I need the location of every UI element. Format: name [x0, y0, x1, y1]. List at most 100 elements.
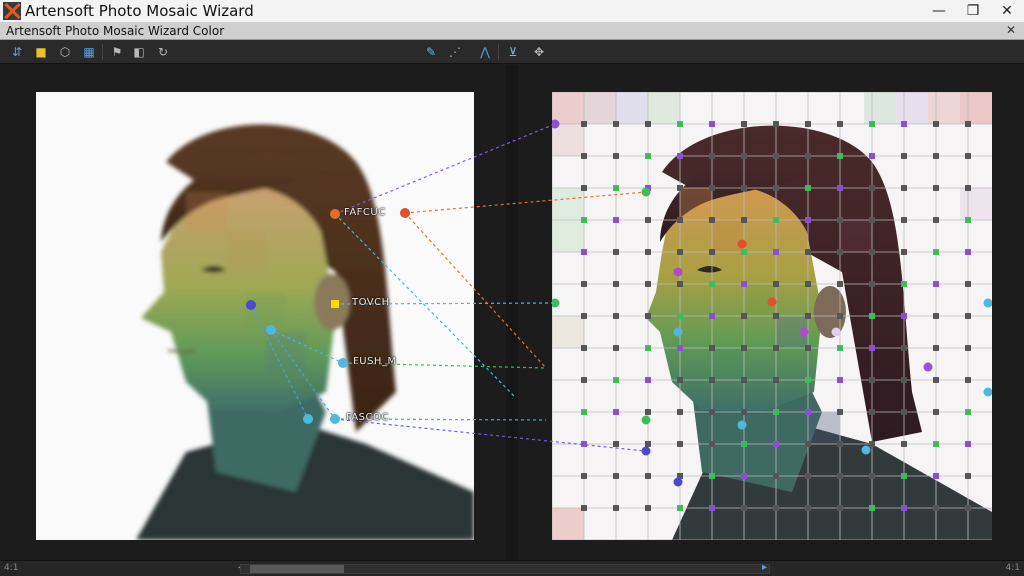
grid-node: [645, 313, 651, 319]
target-tool-icon[interactable]: ✥: [530, 43, 548, 61]
grid-node: [741, 185, 747, 191]
grid-node: [933, 185, 939, 191]
grid-node: [901, 217, 907, 223]
grid-node: [677, 505, 683, 511]
window-controls: — ❐ ✕: [922, 0, 1024, 22]
grid-node: [837, 217, 843, 223]
grid-icon[interactable]: ▦: [80, 43, 98, 61]
minimize-button[interactable]: —: [922, 0, 956, 22]
grid-node: [837, 121, 843, 127]
close-button[interactable]: ✕: [990, 0, 1024, 22]
panel-splitter[interactable]: [506, 65, 518, 560]
feature-label: FUSH_M: [353, 356, 397, 367]
grid-node: [709, 377, 715, 383]
grid-node: [741, 249, 747, 255]
grid-node: [805, 185, 811, 191]
maximize-button[interactable]: ❐: [956, 0, 990, 22]
grid-node: [773, 281, 779, 287]
grid-node: [645, 217, 651, 223]
grid-node: [869, 313, 875, 319]
grid-node: [869, 409, 875, 415]
grid-node: [613, 121, 619, 127]
grid-node: [677, 441, 683, 447]
mosaic-feature-node[interactable]: [737, 420, 747, 430]
grid-node: [869, 121, 875, 127]
mosaic-feature-node[interactable]: [923, 362, 933, 372]
node-tool-icon[interactable]: ⋰: [446, 43, 464, 61]
grid-node: [805, 217, 811, 223]
source-portrait: [136, 124, 474, 540]
mosaic-feature-node[interactable]: [831, 327, 841, 337]
grid-node: [741, 121, 747, 127]
grid-node: [581, 185, 587, 191]
select-tool-icon[interactable]: ⇵: [8, 43, 26, 61]
scrollbar-thumb[interactable]: [250, 565, 344, 573]
grid-node: [773, 121, 779, 127]
flag-icon[interactable]: ⚑: [108, 43, 126, 61]
grid-node: [933, 121, 939, 127]
grid-node: [773, 217, 779, 223]
tag-icon[interactable]: ⬡: [56, 43, 74, 61]
scroll-right-arrow-icon[interactable]: ▸: [762, 562, 767, 573]
feature-label: TOVCH: [352, 297, 390, 308]
mosaic-feature-node[interactable]: [673, 477, 683, 487]
grid-node: [869, 441, 875, 447]
grid-node: [965, 217, 971, 223]
grid-node: [805, 345, 811, 351]
mosaic-feature-node[interactable]: [641, 446, 651, 456]
grid-node: [645, 377, 651, 383]
grid-node: [869, 473, 875, 479]
grid-node: [837, 281, 843, 287]
grid-node: [869, 185, 875, 191]
anchor-tool-icon[interactable]: ⊻: [504, 43, 522, 61]
document-close-button[interactable]: ✕: [1006, 23, 1016, 37]
pen-tool-icon[interactable]: ✎: [422, 43, 440, 61]
grid-node: [581, 153, 587, 159]
grid-node: [773, 313, 779, 319]
grid-node: [869, 345, 875, 351]
mosaic-portrait: [552, 92, 992, 540]
bezier-tool-icon[interactable]: ⋀: [476, 43, 494, 61]
grid-node: [933, 217, 939, 223]
mosaic-feature-node[interactable]: [641, 415, 651, 425]
grid-node: [901, 505, 907, 511]
mosaic-feature-node[interactable]: [673, 267, 683, 277]
grid-node: [901, 313, 907, 319]
grid-node: [709, 441, 715, 447]
grid-node: [645, 345, 651, 351]
status-right: 4:1: [1005, 563, 1020, 573]
mosaic-preview-panel[interactable]: [552, 92, 992, 540]
grid-node: [677, 249, 683, 255]
grid-node: [933, 377, 939, 383]
mosaic-feature-node[interactable]: [673, 327, 683, 337]
grid-node: [965, 249, 971, 255]
grid-node: [581, 249, 587, 255]
grid-node: [773, 377, 779, 383]
grid-node: [741, 345, 747, 351]
mosaic-feature-node[interactable]: [861, 445, 871, 455]
grid-node: [869, 505, 875, 511]
grid-node: [805, 505, 811, 511]
folder-icon[interactable]: ■: [32, 43, 50, 61]
grid-node: [837, 505, 843, 511]
mosaic-feature-node[interactable]: [641, 187, 651, 197]
grid-node: [613, 505, 619, 511]
camera-icon[interactable]: ◧: [130, 43, 148, 61]
grid-node: [677, 185, 683, 191]
refresh-icon[interactable]: ↻: [154, 43, 172, 61]
grid-node: [613, 217, 619, 223]
grid-node: [613, 249, 619, 255]
mosaic-feature-node[interactable]: [737, 239, 747, 249]
feature-label: FASCOC: [346, 412, 389, 423]
source-image-panel[interactable]: [36, 92, 474, 540]
grid-node: [805, 377, 811, 383]
grid-node: [677, 281, 683, 287]
mosaic-feature-node[interactable]: [767, 297, 777, 307]
grid-node: [901, 249, 907, 255]
grid-node: [965, 377, 971, 383]
grid-node: [709, 185, 715, 191]
grid-node: [901, 281, 907, 287]
grid-node: [709, 217, 715, 223]
mosaic-feature-node[interactable]: [799, 327, 809, 337]
grid-node: [645, 249, 651, 255]
